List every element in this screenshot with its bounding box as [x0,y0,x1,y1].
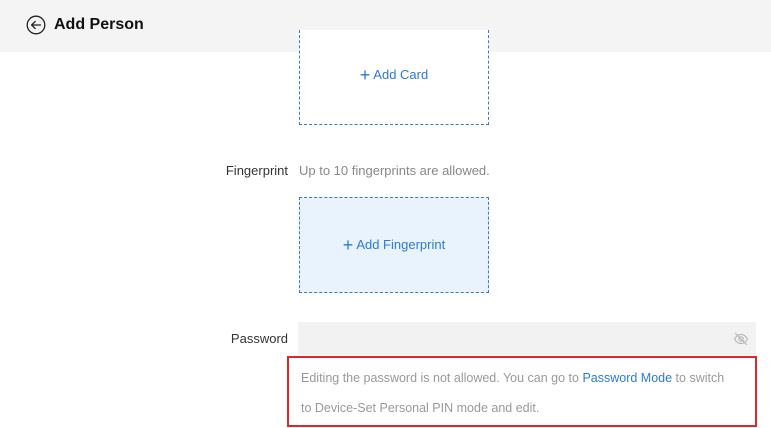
add-fingerprint-button[interactable]: + Add Fingerprint [299,197,489,293]
password-notice: Editing the password is not allowed. You… [287,356,757,427]
fingerprint-label: Fingerprint [225,163,288,178]
password-label: Password [230,331,288,346]
add-fingerprint-label: Add Fingerprint [356,237,446,252]
eye-hidden-icon[interactable] [733,332,749,346]
notice-text-suffix: to switch [672,371,725,385]
plus-icon: + [359,65,371,85]
add-card-label: Add Card [373,67,429,82]
password-mode-link[interactable]: Password Mode [582,371,672,385]
add-card-button[interactable]: + Add Card [299,30,489,125]
fingerprint-hint: Up to 10 fingerprints are allowed. [299,163,490,178]
page-title: Add Person [54,16,144,33]
password-input[interactable] [298,322,756,355]
back-arrow-icon[interactable] [26,15,46,35]
notice-text-prefix: Editing the password is not allowed. You… [301,371,583,385]
notice-text-line2: to Device-Set Personal PIN mode and edit… [301,401,540,415]
plus-icon: + [342,235,354,255]
